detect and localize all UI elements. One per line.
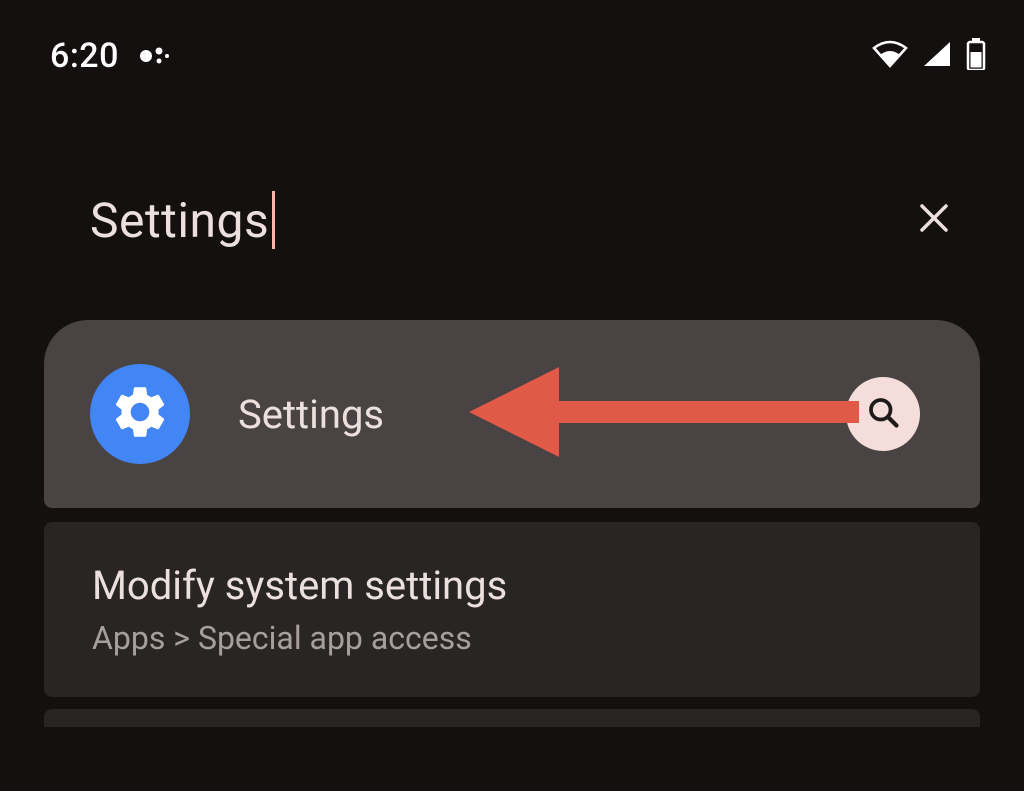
- status-right: [872, 38, 986, 74]
- wifi-icon: [872, 40, 908, 72]
- text-cursor: [272, 191, 275, 249]
- search-row: Settings: [0, 180, 1024, 260]
- result-item-partial[interactable]: [44, 709, 980, 727]
- status-time: 6:20: [50, 36, 119, 76]
- clear-search-button[interactable]: [912, 198, 956, 242]
- search-within-settings-button[interactable]: [846, 377, 920, 451]
- close-icon: [917, 201, 951, 239]
- result-secondary-breadcrumb: Apps > Special app access: [92, 619, 932, 657]
- result-secondary-title: Modify system settings: [92, 562, 932, 609]
- search-input[interactable]: Settings: [90, 191, 275, 249]
- battery-icon: [966, 38, 986, 74]
- settings-app-icon: [90, 364, 190, 464]
- assistant-icon: [139, 45, 169, 67]
- result-title: Settings: [238, 391, 846, 438]
- status-left: 6:20: [50, 36, 169, 76]
- cellular-icon: [922, 40, 952, 72]
- search-query-text: Settings: [90, 192, 269, 249]
- gear-icon: [109, 381, 171, 447]
- result-item-modify-system-settings[interactable]: Modify system settings Apps > Special ap…: [44, 522, 980, 697]
- status-bar: 6:20: [0, 0, 1024, 80]
- search-icon: [865, 394, 901, 434]
- result-item-settings[interactable]: Settings: [44, 320, 980, 508]
- search-results: Settings Modify system settings Apps > S…: [44, 320, 980, 727]
